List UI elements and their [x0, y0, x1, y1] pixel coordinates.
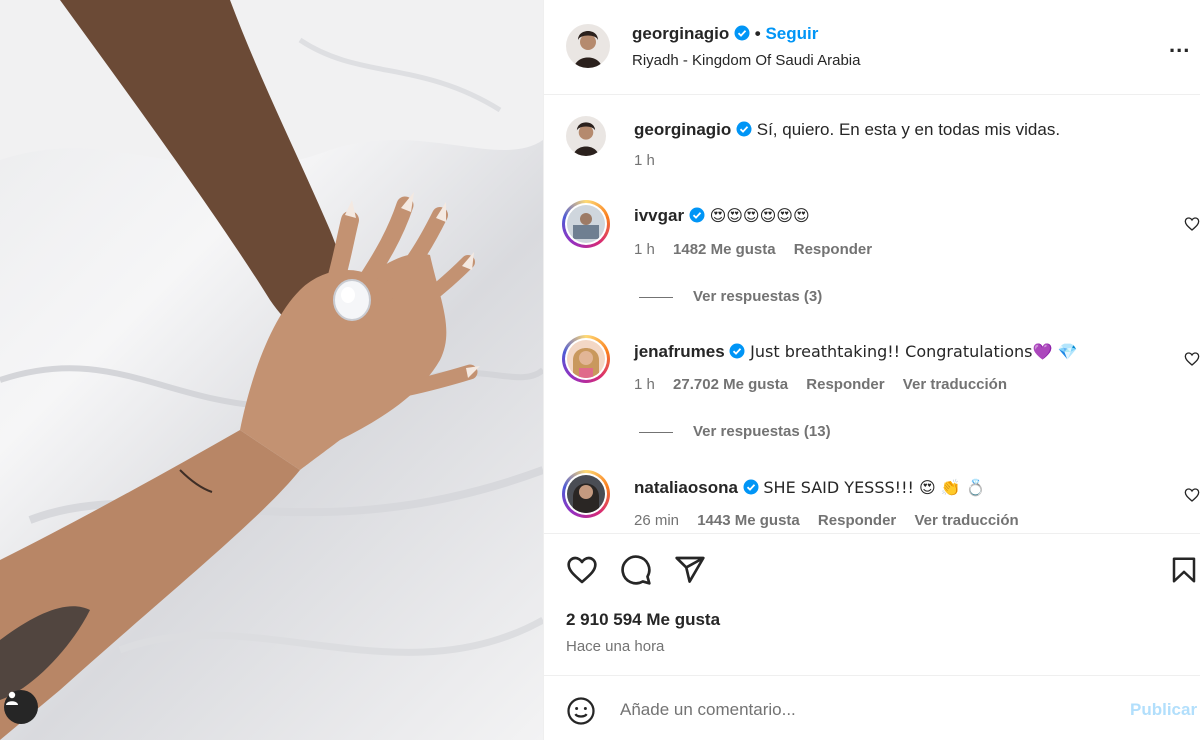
- comment-like-heart-icon[interactable]: [1184, 487, 1200, 503]
- comment-time[interactable]: 26 min: [634, 512, 679, 529]
- replies-divider-line: [639, 296, 673, 298]
- comment-avatar-ring[interactable]: [562, 335, 610, 383]
- comment: jenafrumes Just breathtaking!! Congratul…: [634, 342, 1077, 362]
- more-options-icon[interactable]: ...: [1169, 32, 1190, 58]
- comment-username[interactable]: ivvgar: [634, 206, 684, 225]
- comment-username[interactable]: nataliaosona: [634, 478, 738, 497]
- comment-likes[interactable]: 1443 Me gusta: [697, 512, 800, 529]
- follow-button[interactable]: Seguir: [765, 24, 818, 43]
- comment-meta: 26 min 1443 Me gusta Responder Ver tradu…: [634, 512, 1033, 529]
- reply-button[interactable]: Responder: [818, 512, 896, 529]
- view-replies-button[interactable]: Ver respuestas (3): [639, 288, 822, 305]
- add-comment-bar: Publicar: [544, 675, 1200, 740]
- comment-text: 😍😍😍😍😍😍: [709, 206, 810, 225]
- heart-icon[interactable]: [566, 554, 598, 586]
- commenter-avatar: [567, 340, 605, 378]
- caption-meta: 1 h: [634, 152, 669, 169]
- comment-likes[interactable]: 27.702 Me gusta: [673, 376, 788, 393]
- comment-avatar-ring[interactable]: [562, 470, 610, 518]
- comment-username[interactable]: jenafrumes: [634, 342, 725, 361]
- likes-count[interactable]: 2 910 594 Me gusta: [566, 610, 720, 630]
- reply-button[interactable]: Responder: [806, 376, 884, 393]
- comment-icon[interactable]: [620, 554, 652, 586]
- comment-meta: 1 h 27.702 Me gusta Responder Ver traduc…: [634, 376, 1021, 393]
- instagram-post-view: georginagio • Seguir Riyadh - Kingdom Of…: [0, 0, 1200, 740]
- comment: nataliaosona SHE SAID YESSS!!! 😍 👏 💍: [634, 478, 986, 498]
- emoji-icon[interactable]: [566, 696, 596, 726]
- verified-badge-icon: [736, 121, 752, 137]
- view-replies-label: Ver respuestas (3): [693, 288, 823, 305]
- comment: ivvgar 😍😍😍😍😍😍: [634, 206, 810, 226]
- comment-likes[interactable]: 1482 Me gusta: [673, 241, 776, 258]
- post-header: georginagio • Seguir Riyadh - Kingdom Of…: [544, 0, 1200, 95]
- caption-avatar[interactable]: [566, 116, 606, 156]
- post-location[interactable]: Riyadh - Kingdom Of Saudi Arabia: [632, 52, 860, 69]
- verified-badge-icon: [689, 207, 705, 223]
- view-replies-button[interactable]: Ver respuestas (13): [639, 423, 831, 440]
- post-photo[interactable]: [0, 0, 543, 740]
- replies-divider-line: [639, 431, 673, 433]
- verified-badge-icon: [729, 343, 745, 359]
- caption-username[interactable]: georginagio: [634, 120, 731, 139]
- caption: georginagio Sí, quiero. En esta y en tod…: [634, 120, 1060, 140]
- caption-time[interactable]: 1 h: [634, 152, 655, 169]
- post-actions: 2 910 594 Me gusta Hace una hora: [544, 533, 1200, 675]
- comment-text: Just breathtaking!! Congratulations💜 💎: [750, 342, 1078, 361]
- comment-meta: 1 h 1482 Me gusta Responder: [634, 241, 886, 258]
- comment-input[interactable]: [620, 696, 1090, 724]
- reply-button[interactable]: Responder: [794, 241, 872, 258]
- comment-time[interactable]: 1 h: [634, 376, 655, 393]
- caption-text: Sí, quiero. En esta y en todas mis vidas…: [756, 120, 1061, 139]
- post-image-illustration: [0, 0, 543, 740]
- comment-like-heart-icon[interactable]: [1184, 351, 1200, 367]
- user-tag-button[interactable]: [4, 690, 38, 724]
- post-side-panel: georginagio • Seguir Riyadh - Kingdom Of…: [543, 0, 1200, 740]
- user-tag-icon: [6, 691, 18, 705]
- share-icon[interactable]: [674, 554, 706, 586]
- author-line: georginagio • Seguir: [632, 24, 818, 44]
- bookmark-icon[interactable]: [1169, 554, 1199, 586]
- translate-button[interactable]: Ver traducción: [914, 512, 1018, 529]
- comment-like-heart-icon[interactable]: [1184, 216, 1200, 232]
- author-avatar[interactable]: [566, 24, 610, 68]
- commenter-avatar: [567, 475, 605, 513]
- comments-list[interactable]: georginagio Sí, quiero. En esta y en tod…: [544, 96, 1200, 532]
- verified-badge-icon: [734, 25, 750, 41]
- comment-text: SHE SAID YESSS!!! 😍 👏 💍: [763, 478, 986, 497]
- translate-button[interactable]: Ver traducción: [903, 376, 1007, 393]
- separator-dot: •: [754, 24, 761, 43]
- post-time[interactable]: Hace una hora: [566, 638, 664, 655]
- comment-avatar-ring[interactable]: [562, 200, 610, 248]
- author-username[interactable]: georginagio: [632, 24, 729, 43]
- view-replies-label: Ver respuestas (13): [693, 423, 831, 440]
- comment-time[interactable]: 1 h: [634, 241, 655, 258]
- commenter-avatar: [567, 205, 605, 243]
- publish-button[interactable]: Publicar: [1130, 700, 1197, 720]
- verified-badge-icon: [743, 479, 759, 495]
